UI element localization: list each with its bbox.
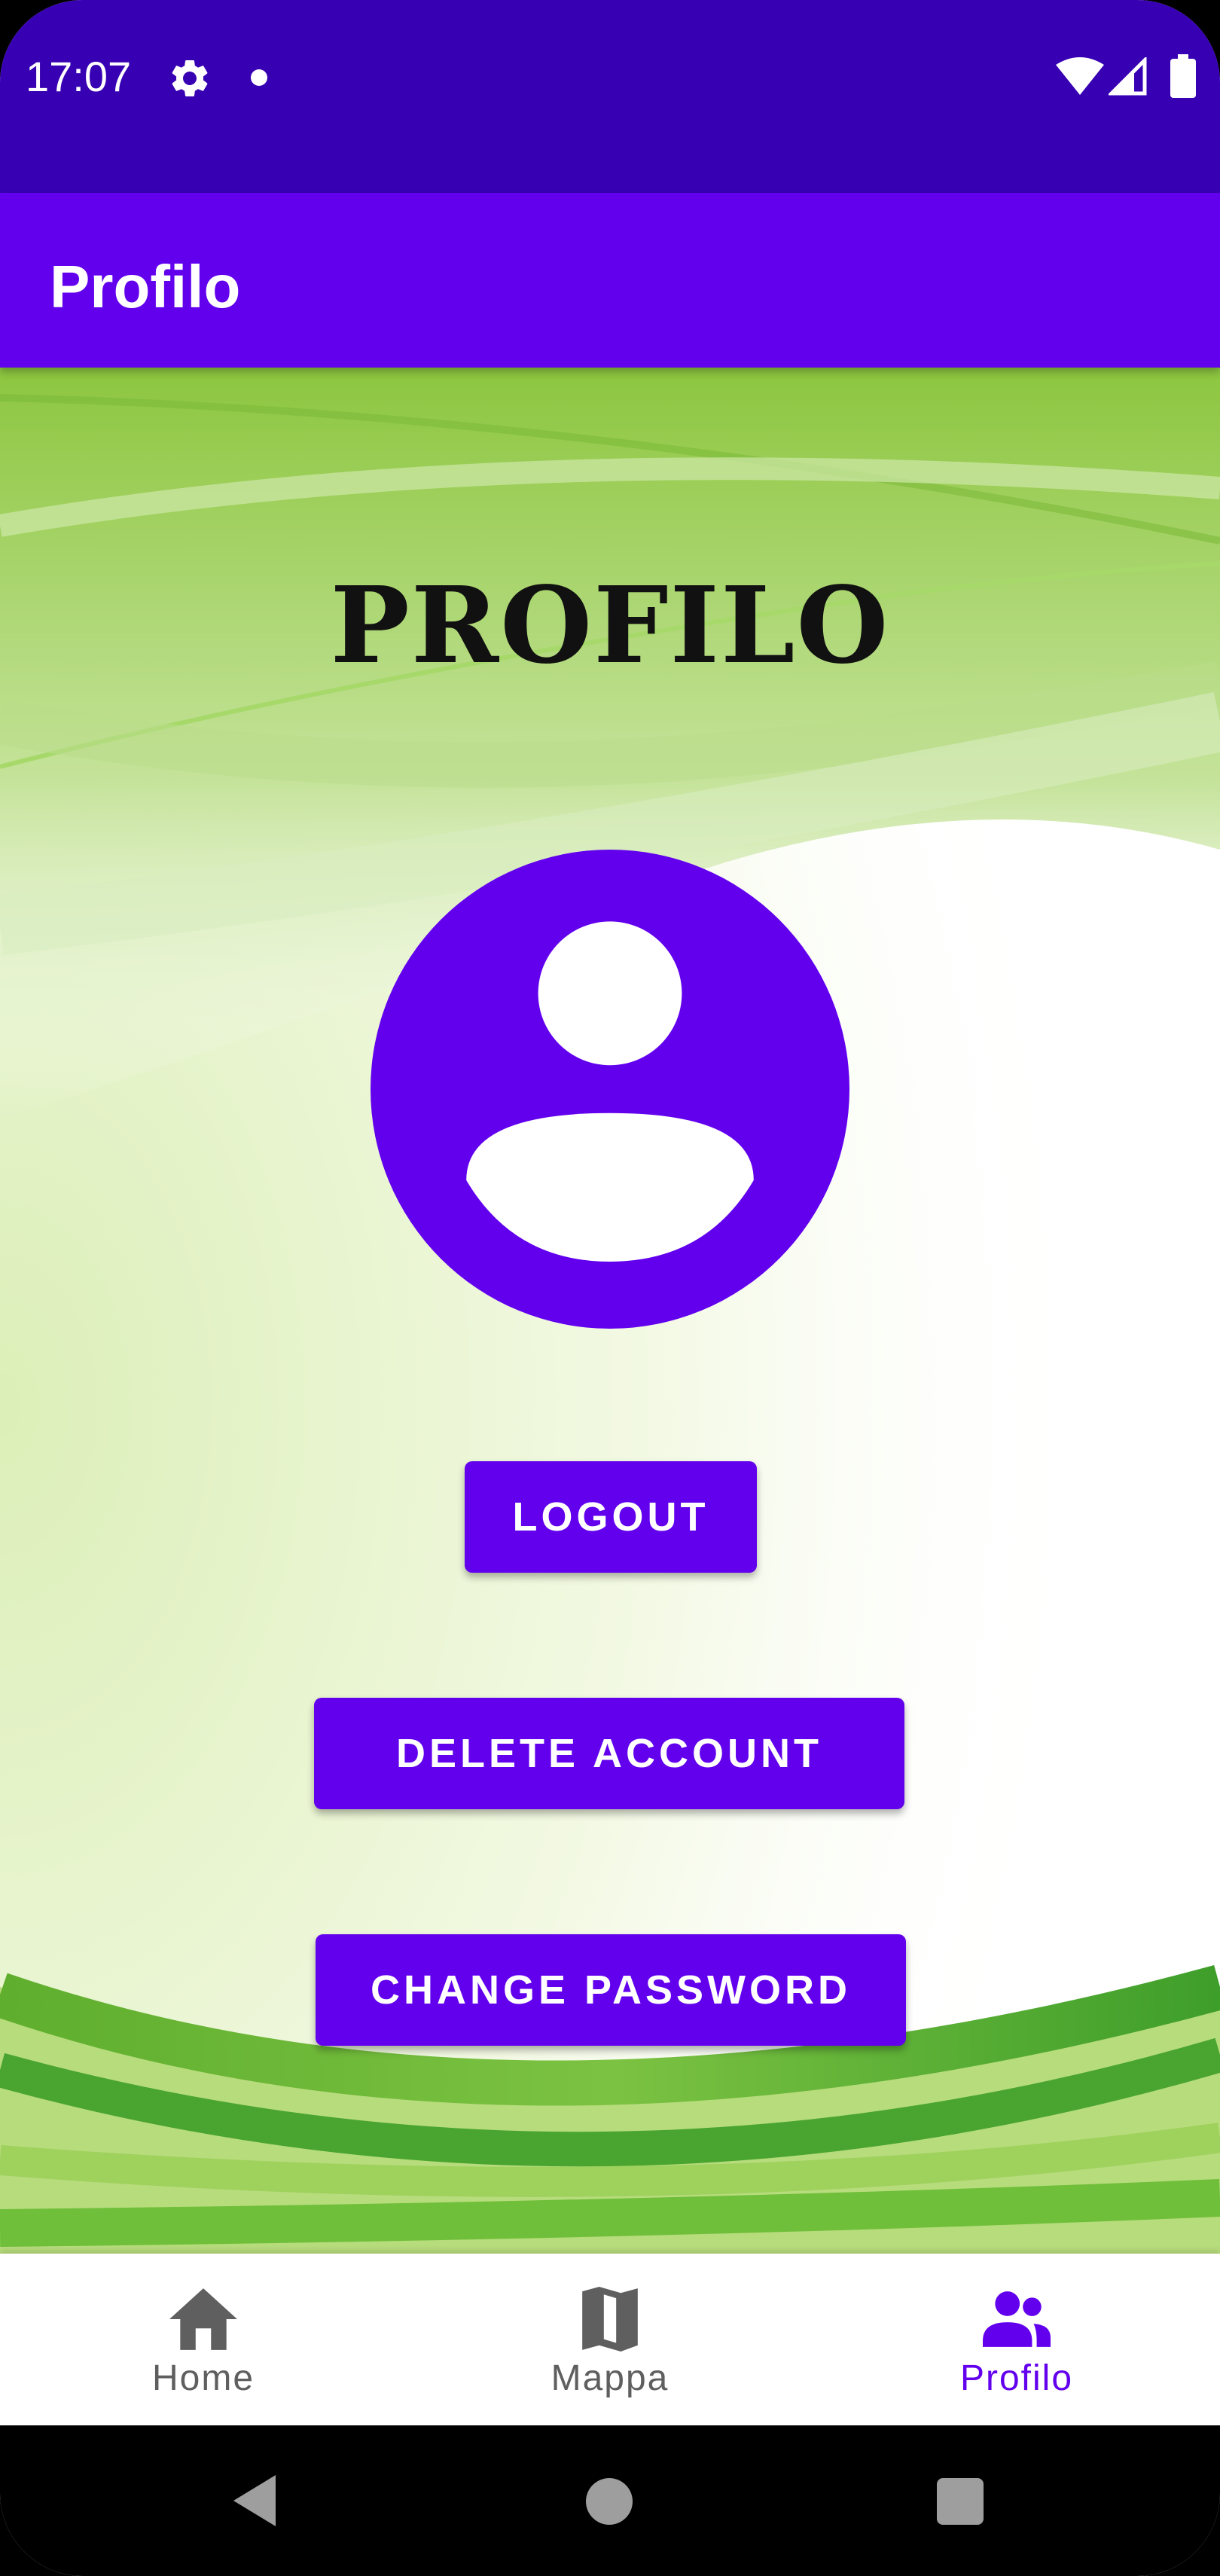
- phone-screen: 17:07 Profilo PROFILO LOGOUT DELETE ACCO…: [0, 0, 1220, 2576]
- status-time: 17:07: [26, 53, 132, 100]
- nav-label-home: Home: [151, 2358, 255, 2398]
- logout-button[interactable]: LOGOUT: [465, 1461, 757, 1573]
- profile-content: PROFILO LOGOUT DELETE ACCOUNT CHANGE PAS…: [0, 368, 1220, 2254]
- notification-dot-icon: [251, 69, 267, 86]
- account-circle-icon: [371, 850, 849, 1329]
- system-navigation-bar: [0, 2425, 1220, 2576]
- map-icon: [582, 2287, 638, 2352]
- gear-icon: [172, 60, 208, 96]
- battery-icon: [1170, 54, 1196, 98]
- recents-square-icon[interactable]: [937, 2478, 984, 2525]
- delete-account-button[interactable]: DELETE ACCOUNT: [314, 1698, 904, 1809]
- nav-item-home[interactable]: Home: [0, 2254, 407, 2425]
- nav-item-mappa[interactable]: Mappa: [407, 2254, 813, 2425]
- change-password-button[interactable]: CHANGE PASSWORD: [316, 1934, 906, 2046]
- nav-label-mappa: Mappa: [551, 2358, 669, 2398]
- app-bar-title: Profilo: [50, 253, 241, 320]
- people-icon: [983, 2291, 1051, 2347]
- page-heading: PROFILO: [330, 564, 890, 688]
- nav-item-profilo[interactable]: Profilo: [813, 2254, 1220, 2425]
- signal-icon: [1109, 57, 1147, 96]
- home-icon: [169, 2288, 237, 2350]
- app-bar: Profilo: [0, 193, 1220, 368]
- nav-label-profilo: Profilo: [959, 2358, 1074, 2398]
- wifi-icon: [1056, 57, 1104, 95]
- back-icon[interactable]: [230, 2472, 279, 2529]
- status-bar: 17:07: [0, 0, 1220, 193]
- bottom-navigation: Home Mappa Profilo: [0, 2254, 1220, 2425]
- home-circle-icon[interactable]: [586, 2478, 633, 2525]
